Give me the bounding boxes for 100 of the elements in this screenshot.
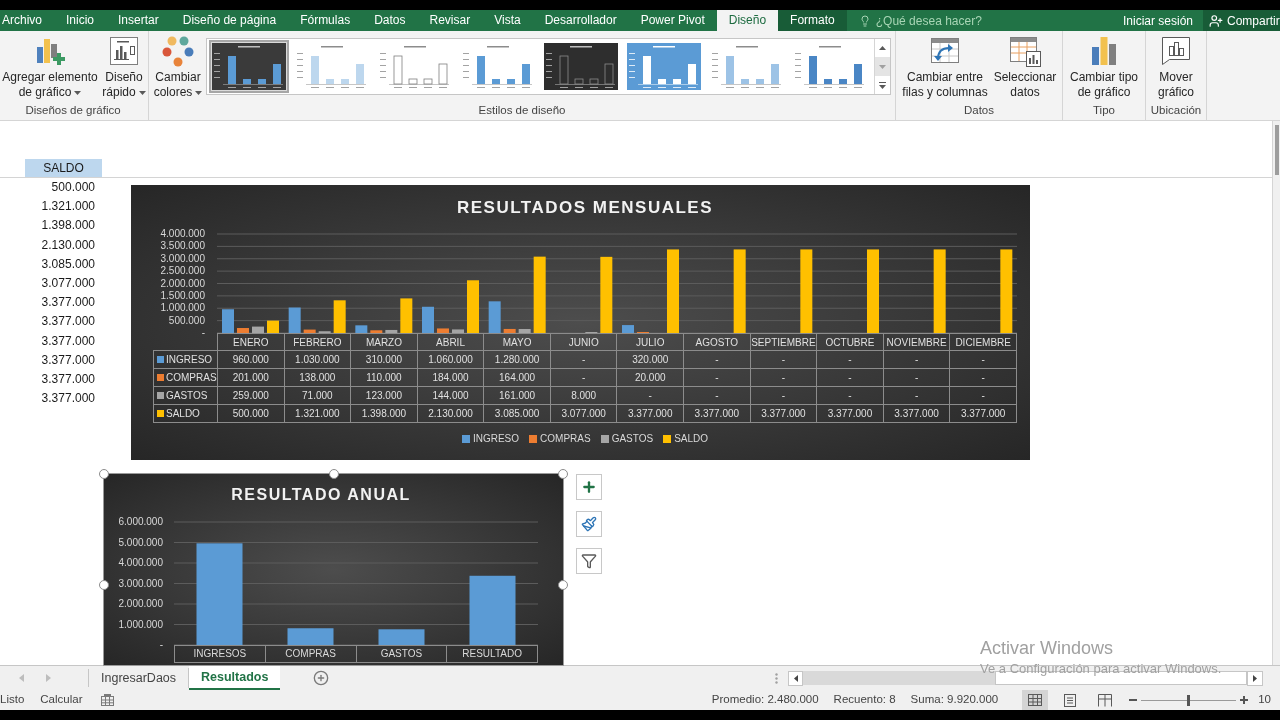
amount-text: - <box>550 350 617 369</box>
axis-label: 2.000.000 <box>118 598 163 610</box>
zoom-level[interactable]: 10 <box>1258 691 1271 709</box>
axis-label: 6.000.000 <box>118 516 163 528</box>
legend-key-icon <box>157 410 164 417</box>
zoom-out-button[interactable] <box>1129 696 1138 704</box>
add-chart-element-button[interactable]: Agregar elemento de gráfico <box>0 31 100 103</box>
zoom-in-button[interactable] <box>1240 696 1249 704</box>
vertical-scrollbar[interactable] <box>1272 121 1280 665</box>
resize-handle[interactable] <box>99 469 109 479</box>
triangle-right-icon <box>1253 674 1257 682</box>
series-label: INGRESO <box>166 353 213 367</box>
axis-label: 1.000.000 <box>160 302 205 315</box>
triangle-down-icon <box>879 64 886 69</box>
amount-text: 71.000 <box>284 386 351 405</box>
ribbon-tab[interactable]: Archivo <box>0 10 54 31</box>
quick-layout-button[interactable]: Diseño rápido <box>102 31 146 103</box>
amount-text: 3.377.000 <box>816 404 884 423</box>
amount-text: 3.377.000 <box>883 404 950 423</box>
user-plus-icon <box>1209 13 1223 28</box>
amount-text: 3.077.000 <box>41 274 95 292</box>
legend-key-icon <box>157 374 164 381</box>
amount-text: 1.060.000 <box>417 350 484 369</box>
resize-handle[interactable] <box>558 469 568 479</box>
amount-text: 184.000 <box>417 368 484 387</box>
legend-label: COMPRAS <box>540 433 591 445</box>
ribbon-tab[interactable]: Diseño de página <box>170 10 289 31</box>
caret-icon <box>74 90 82 95</box>
amount-text: 320.000 <box>616 350 684 369</box>
caret-icon <box>195 90 203 95</box>
amount-text: 3.377.000 <box>41 332 95 350</box>
ribbon-tab[interactable]: Desarrollador <box>532 10 629 31</box>
status-summary: Promedio: 2.480.000 <box>711 692 819 708</box>
ribbon-tab[interactable]: Diseño <box>716 10 779 31</box>
change-colors-button[interactable]: Cambiar colores <box>153 31 203 103</box>
axis-label: 2.000.000 <box>160 277 205 290</box>
legend-label: INGRESO <box>472 433 520 445</box>
resize-handle[interactable] <box>558 580 568 590</box>
ribbon-group-label: Tipo <box>1092 103 1116 118</box>
sheet-tab[interactable]: Resultados <box>189 666 281 690</box>
search-field[interactable]: ¿Qué desea hacer? <box>858 10 982 31</box>
amount-text: 123.000 <box>350 386 418 405</box>
axis-label: 1.500.000 <box>160 289 205 302</box>
zoom-slider[interactable] <box>1141 694 1237 706</box>
ribbon-tab[interactable]: Insertar <box>106 10 171 31</box>
bar <box>385 329 398 333</box>
amount-text: - <box>750 350 817 369</box>
month-label: OCTUBRE <box>816 333 884 351</box>
amount-text: 1.321.000 <box>41 198 95 216</box>
amount-text: 138.000 <box>284 368 351 387</box>
view-button[interactable] <box>1022 690 1049 710</box>
calculate-button[interactable]: Calcular <box>40 691 83 709</box>
chart-filters-button[interactable] <box>576 548 602 574</box>
axis-label: 1.000.000 <box>118 618 163 631</box>
triangle-left-icon <box>793 674 798 682</box>
scrollbar-thumb[interactable] <box>1274 125 1279 175</box>
scroll-left-button[interactable] <box>788 670 803 686</box>
ribbon-tab[interactable]: Inicio <box>54 10 107 31</box>
ribbon-tab[interactable]: Formato <box>778 10 847 31</box>
bar <box>452 329 464 333</box>
chart-layout-icon <box>108 35 140 67</box>
switch-row-column-button[interactable]: Cambiar entre filas y columnas <box>900 31 990 103</box>
column-chart[interactable]: RESULTADO ANUAL - 1.000.000 2.000.000 3.000.000 4.000.000 5.000.000 6.000.000 INGRESOS COMPRAS GASTOS RESULTADO <box>104 474 563 665</box>
amount-text: 1.398.000 <box>41 217 95 235</box>
plus-icon <box>1240 696 1249 704</box>
month-label: ABRIL <box>417 333 484 351</box>
resize-handle[interactable] <box>328 469 339 479</box>
bar <box>355 325 368 333</box>
ribbon-tab[interactable]: Revisar <box>417 10 483 31</box>
column-chart[interactable] <box>131 185 1030 460</box>
axis-label: 3.000.000 <box>118 577 163 590</box>
chart-styles-button[interactable] <box>576 511 602 537</box>
zoom-slider-thumb[interactable] <box>1187 694 1191 706</box>
add-chart-element-button[interactable] <box>576 474 602 500</box>
sign-in-button[interactable]: Iniciar sesión <box>1112 10 1203 31</box>
month-label: NOVIEMBRE <box>883 333 950 351</box>
amount-text: - <box>683 350 751 369</box>
ribbon-tab[interactable]: Vista <box>482 10 533 31</box>
axis-label: 3.000.000 <box>160 252 205 265</box>
scrollbar-thumb[interactable] <box>803 671 995 685</box>
change-chart-type-button[interactable]: Cambiar tipo de gráfico <box>1067 31 1141 103</box>
amount-text: - <box>616 386 684 405</box>
ribbon-tab[interactable]: Power Pivot <box>628 10 717 31</box>
amount-text: - <box>949 350 1017 369</box>
share-button[interactable]: Compartir <box>1203 10 1280 31</box>
bar <box>422 306 434 333</box>
sheet-grid-icon <box>101 694 115 706</box>
bar <box>252 326 264 333</box>
expand-icon <box>879 81 886 89</box>
amount-text: - <box>683 368 751 387</box>
ribbon-tab[interactable]: Datos <box>362 10 418 31</box>
amount-text: 161.000 <box>483 386 551 405</box>
move-chart-button[interactable]: Mover gráfico <box>1150 31 1202 103</box>
ribbon-group-label: Ubicación <box>1150 103 1202 118</box>
resize-handle[interactable] <box>99 580 109 590</box>
legend-key-icon <box>157 356 164 363</box>
scroll-right-button[interactable] <box>1247 670 1263 686</box>
column-header[interactable]: SALDO <box>25 159 102 177</box>
ribbon-tab[interactable]: Fórmulas <box>288 10 363 31</box>
select-data-button[interactable]: Seleccionar datos <box>992 31 1058 103</box>
